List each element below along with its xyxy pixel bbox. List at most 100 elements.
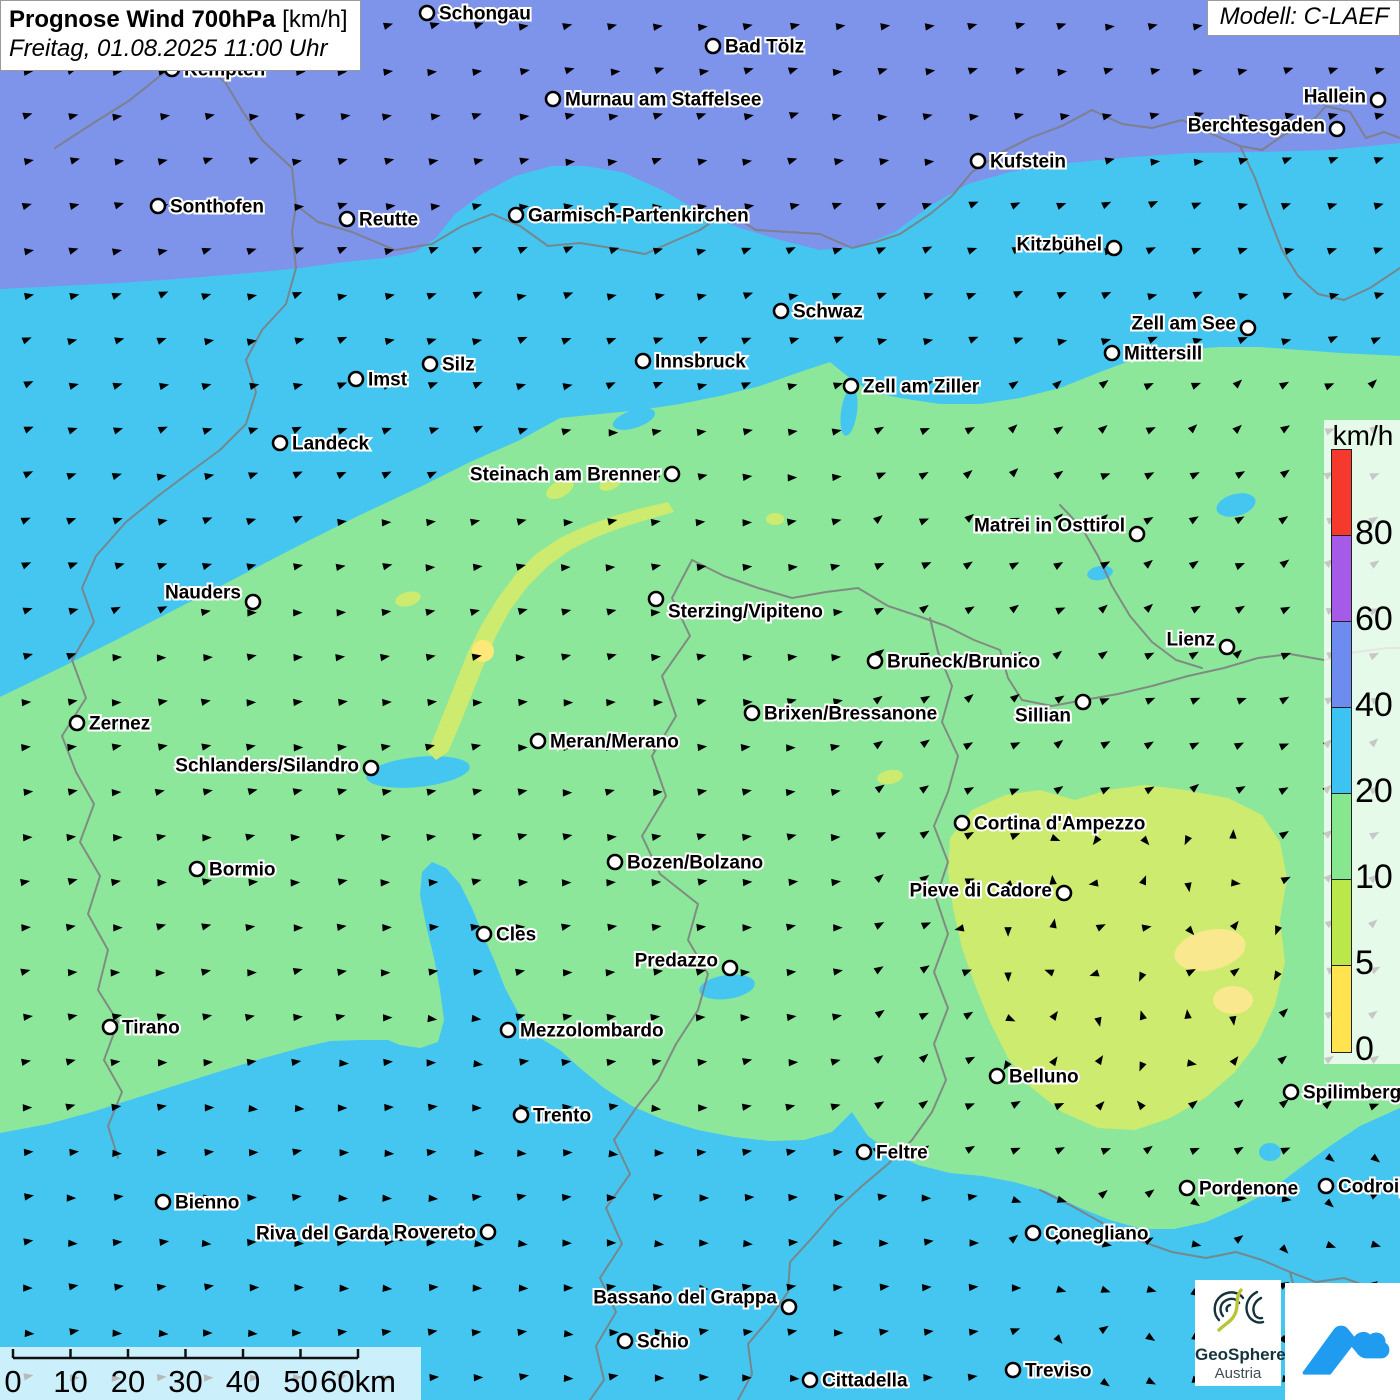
city-label: Conegliano xyxy=(1045,1224,1148,1245)
city-marker: Bozen/Bolzano xyxy=(608,853,763,874)
scale-label-50: 50 xyxy=(283,1364,317,1400)
scale-label-60km: 60km xyxy=(320,1364,396,1400)
city-label: Kufstein xyxy=(990,152,1066,173)
city-label: Cortina d'Ampezzo xyxy=(974,814,1145,835)
geosphere-org-label: GeoSphere xyxy=(1195,1345,1281,1365)
city-dot xyxy=(477,927,491,941)
city-label: Sillian xyxy=(1015,706,1071,727)
scale-label-20: 20 xyxy=(111,1364,145,1400)
city-marker: Pieve di Cadore xyxy=(909,881,1071,902)
city-dot xyxy=(1026,1226,1040,1240)
city-label: Berchtesgaden xyxy=(1188,116,1325,137)
city-marker: Steinach am Brenner xyxy=(470,465,679,486)
city-dot xyxy=(1241,321,1255,335)
city-label: Brixen/Bressanone xyxy=(764,704,937,725)
legend-segment-5-10 xyxy=(1332,880,1351,966)
city-marker: Meran/Merano xyxy=(531,732,679,753)
city-dot xyxy=(501,1023,515,1037)
legend-tick-10: 10 xyxy=(1355,858,1393,897)
city-label: Innsbruck xyxy=(655,352,746,373)
city-label: Sterzing/Vipiteno xyxy=(668,602,823,623)
legend-color-bar xyxy=(1331,449,1352,1053)
city-dot xyxy=(844,379,858,393)
city-label: Imst xyxy=(368,370,408,391)
city-label: Hallein xyxy=(1304,87,1366,108)
city-label: Cittadella xyxy=(822,1371,908,1392)
city-dot xyxy=(1006,1363,1020,1377)
city-label: Sonthofen xyxy=(170,197,264,218)
city-dot xyxy=(665,467,679,481)
city-dot xyxy=(349,372,363,386)
page-title: Prognose Wind 700hPa [km/h] xyxy=(9,5,348,34)
city-dot xyxy=(1330,122,1344,136)
legend-panel: km/h 806040201050 xyxy=(1324,420,1400,1064)
geosphere-logo: GeoSphere Austria xyxy=(1195,1280,1281,1386)
geosphere-country-label: Austria xyxy=(1195,1365,1281,1382)
contour-lines-icon xyxy=(1205,1280,1271,1342)
city-dot xyxy=(971,154,985,168)
city-marker: Murnau am Staffelsee xyxy=(546,90,761,111)
city-dot xyxy=(803,1373,817,1387)
city-label: Garmisch-Partenkirchen xyxy=(528,206,749,227)
city-label: Matrei in Osttirol xyxy=(974,516,1125,537)
mountain-cloud-icon xyxy=(1295,1294,1391,1390)
city-dot xyxy=(364,761,378,775)
city-dot xyxy=(246,595,260,609)
partner-logo xyxy=(1285,1283,1400,1400)
city-dot xyxy=(774,304,788,318)
city-dot xyxy=(1107,241,1121,255)
city-label: Riva del Garda xyxy=(256,1224,389,1245)
city-label: Steinach am Brenner xyxy=(470,465,661,486)
legend-segment-0-5 xyxy=(1332,966,1351,1052)
city-label: Bruneck/Brunico xyxy=(887,652,1040,673)
city-label: Bozen/Bolzano xyxy=(627,853,763,874)
city-dot xyxy=(70,716,84,730)
city-label: Rovereto xyxy=(394,1223,476,1244)
title-parameter: Prognose Wind 700hPa xyxy=(9,6,276,33)
city-label: Murnau am Staffelsee xyxy=(565,90,761,111)
scale-label-30: 30 xyxy=(168,1364,202,1400)
city-dot xyxy=(706,39,720,53)
city-label: Schio xyxy=(637,1332,689,1353)
city-label: Bormio xyxy=(209,860,276,881)
city-dot xyxy=(1076,695,1090,709)
city-label: Bienno xyxy=(175,1193,239,1214)
city-dot xyxy=(273,436,287,450)
city-dot xyxy=(1319,1179,1333,1193)
city-dot xyxy=(420,6,434,20)
legend-segment-20-40 xyxy=(1332,708,1351,794)
city-label: Zell am See xyxy=(1131,314,1236,335)
scale-label-40: 40 xyxy=(226,1364,260,1400)
city-dot xyxy=(1105,346,1119,360)
city-dot xyxy=(423,357,437,371)
city-dot xyxy=(608,855,622,869)
scale-bar: 0102030405060km xyxy=(0,1347,421,1400)
city-label: Spilimbergo xyxy=(1303,1083,1400,1104)
city-label: Meran/Merano xyxy=(550,732,679,753)
city-dot xyxy=(190,862,204,876)
city-dot xyxy=(745,706,759,720)
city-label: Predazzo xyxy=(635,951,718,972)
legend-tick-20: 20 xyxy=(1355,772,1393,811)
city-dot xyxy=(723,961,737,975)
city-label: Pordenone xyxy=(1199,1179,1298,1200)
city-dot xyxy=(636,354,650,368)
city-label: Zernez xyxy=(89,714,150,735)
city-dot xyxy=(151,199,165,213)
legend-tick-80: 80 xyxy=(1355,514,1393,553)
city-dot xyxy=(546,92,560,106)
city-marker: Zell am Ziller xyxy=(844,377,980,398)
city-dot xyxy=(1180,1181,1194,1195)
scale-label-0: 0 xyxy=(4,1364,21,1400)
city-dot xyxy=(1284,1085,1298,1099)
legend-segment-40-60 xyxy=(1332,622,1351,708)
city-dot xyxy=(156,1195,170,1209)
legend-segment-60-80 xyxy=(1332,536,1351,622)
city-label: Cles xyxy=(496,925,536,946)
city-marker: Riva del Garda xyxy=(256,1224,408,1245)
city-label: Nauders xyxy=(165,583,241,604)
city-dot xyxy=(618,1334,632,1348)
city-label: Lienz xyxy=(1166,630,1215,651)
legend-segment->80 xyxy=(1332,450,1351,536)
city-marker: Brixen/Bressanone xyxy=(745,704,937,725)
